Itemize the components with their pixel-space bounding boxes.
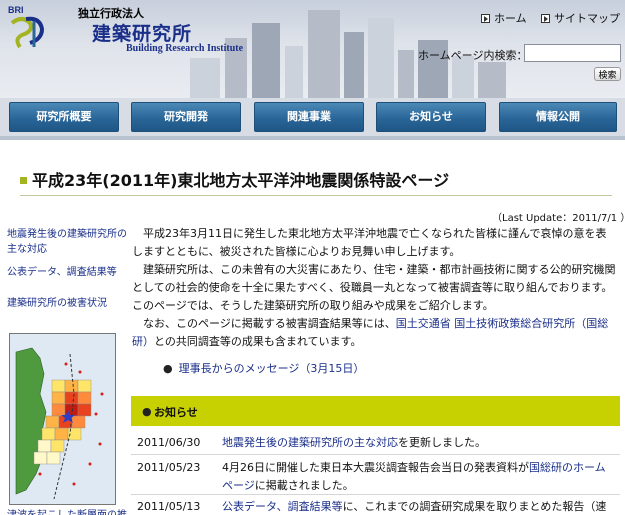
nav-divider — [0, 136, 625, 140]
intro-paragraph-2: 建築研究所は、この未曾有の大災害にあたり、住宅・建築・都市計画技術に関する公的研… — [132, 263, 616, 312]
news-text: 4月26日に開催した東日本大震災調査報告会当日の発表資料が国総研のホームページに… — [222, 459, 614, 495]
news-divider — [131, 454, 620, 455]
intro-paragraph-3: なお、このページに掲載する被害調査結果等には、国土交通省 国土技術政策総合研究所… — [132, 315, 616, 351]
org-name[interactable]: 建築研究所 — [92, 19, 192, 46]
intro-p3-after: との共同調査等の成果も含まれています。 — [154, 335, 362, 348]
page-title-text: 平成23年(2011年)東北地方太平洋沖地震関係特設ページ — [32, 171, 450, 190]
news-title: お知らせ — [154, 406, 198, 419]
news-text-lead: 4月26日に開催した東日本大震災調査報告会当日の発表資料が — [222, 461, 529, 474]
sidebar-link-data[interactable]: 公表データ、調査結果等 — [7, 265, 117, 280]
page-title: 平成23年(2011年)東北地方太平洋沖地震関係特設ページ — [21, 167, 449, 191]
sitemap-link-label[interactable]: サイトマップ — [554, 12, 620, 25]
search-label: ホームページ内検索： — [418, 49, 528, 62]
news-text: 公表データ、調査結果等に、これまでの調査研究成果を取りまとめた報告（速 — [222, 498, 614, 515]
bri-logo[interactable]: BRI — [4, 3, 50, 51]
intro-p3-before: なお、このページに掲載する被害調査結果等には、 — [143, 317, 396, 330]
news-date: 2011/05/13 — [137, 500, 201, 513]
president-message-item[interactable]: ● 理事長からのメッセージ（3月15日） — [163, 360, 364, 376]
nav-about[interactable]: 研究所概要 — [9, 102, 119, 132]
news-header: ● お知らせ — [131, 396, 620, 426]
main-nav: 研究所概要 研究開発 関連事業 お知らせ 情報公開 — [0, 98, 625, 138]
sidebar-fault-caption[interactable]: 津波を起こした断層面の推 — [7, 506, 127, 515]
last-update: （Last Update：2011/7/1 ） — [492, 213, 625, 224]
nav-news[interactable]: お知らせ — [376, 102, 486, 132]
search-input[interactable] — [524, 44, 621, 62]
search-button[interactable]: 検索 — [594, 67, 621, 81]
arrow-box-icon — [541, 14, 550, 23]
org-english-name: Building Research Institute — [126, 43, 244, 54]
intro-paragraph-1: 平成23年3月11日に発生した東北地方太平洋沖地震で亡くなられた皆様に謹んで哀悼… — [132, 227, 607, 258]
president-message-link[interactable]: 理事長からのメッセージ（3月15日） — [179, 362, 365, 375]
sidebar-link-damage[interactable]: 建築研究所の被害状況 — [7, 296, 107, 311]
site-header: BRI 独立行政法人 建築研究所 Building Research Insti… — [0, 0, 625, 98]
news-link[interactable]: 地震発生後の建築研究所の主な対応 — [222, 436, 398, 449]
bullet-icon: ● — [163, 362, 173, 375]
fault-map-image[interactable] — [9, 333, 116, 505]
news-date: 2011/05/23 — [137, 461, 201, 474]
fault-map-graphic — [10, 334, 115, 504]
news-text: 地震発生後の建築研究所の主な対応を更新しました。 — [222, 434, 614, 452]
nav-related[interactable]: 関連事業 — [254, 102, 364, 132]
news-text-rest: を更新しました。 — [398, 436, 486, 449]
intro-text: 平成23年3月11日に発生した東北地方太平洋沖地震で亡くなられた皆様に謹んで哀悼… — [132, 225, 616, 351]
title-underline — [20, 195, 612, 196]
sidebar-link-response[interactable]: 地震発生後の建築研究所の主な対応 — [7, 227, 127, 257]
news-date: 2011/06/30 — [137, 436, 201, 449]
news-text-rest: に掲載されました。 — [254, 479, 354, 492]
nav-disclosure[interactable]: 情報公開 — [499, 102, 617, 132]
nav-research[interactable]: 研究開発 — [131, 102, 241, 132]
logo-text: BRI — [8, 5, 24, 15]
bullet-icon: ● — [142, 405, 152, 418]
news-divider — [131, 494, 620, 495]
sitemap-link[interactable]: サイトマップ — [541, 10, 620, 26]
home-link[interactable]: ホーム — [481, 10, 527, 26]
news-link[interactable]: 公表データ、調査結果等 — [222, 500, 343, 513]
news-text-rest: に、これまでの調査研究成果を取りまとめた報告（速 — [342, 500, 607, 513]
home-link-label[interactable]: ホーム — [494, 12, 527, 25]
arrow-box-icon — [481, 14, 490, 23]
